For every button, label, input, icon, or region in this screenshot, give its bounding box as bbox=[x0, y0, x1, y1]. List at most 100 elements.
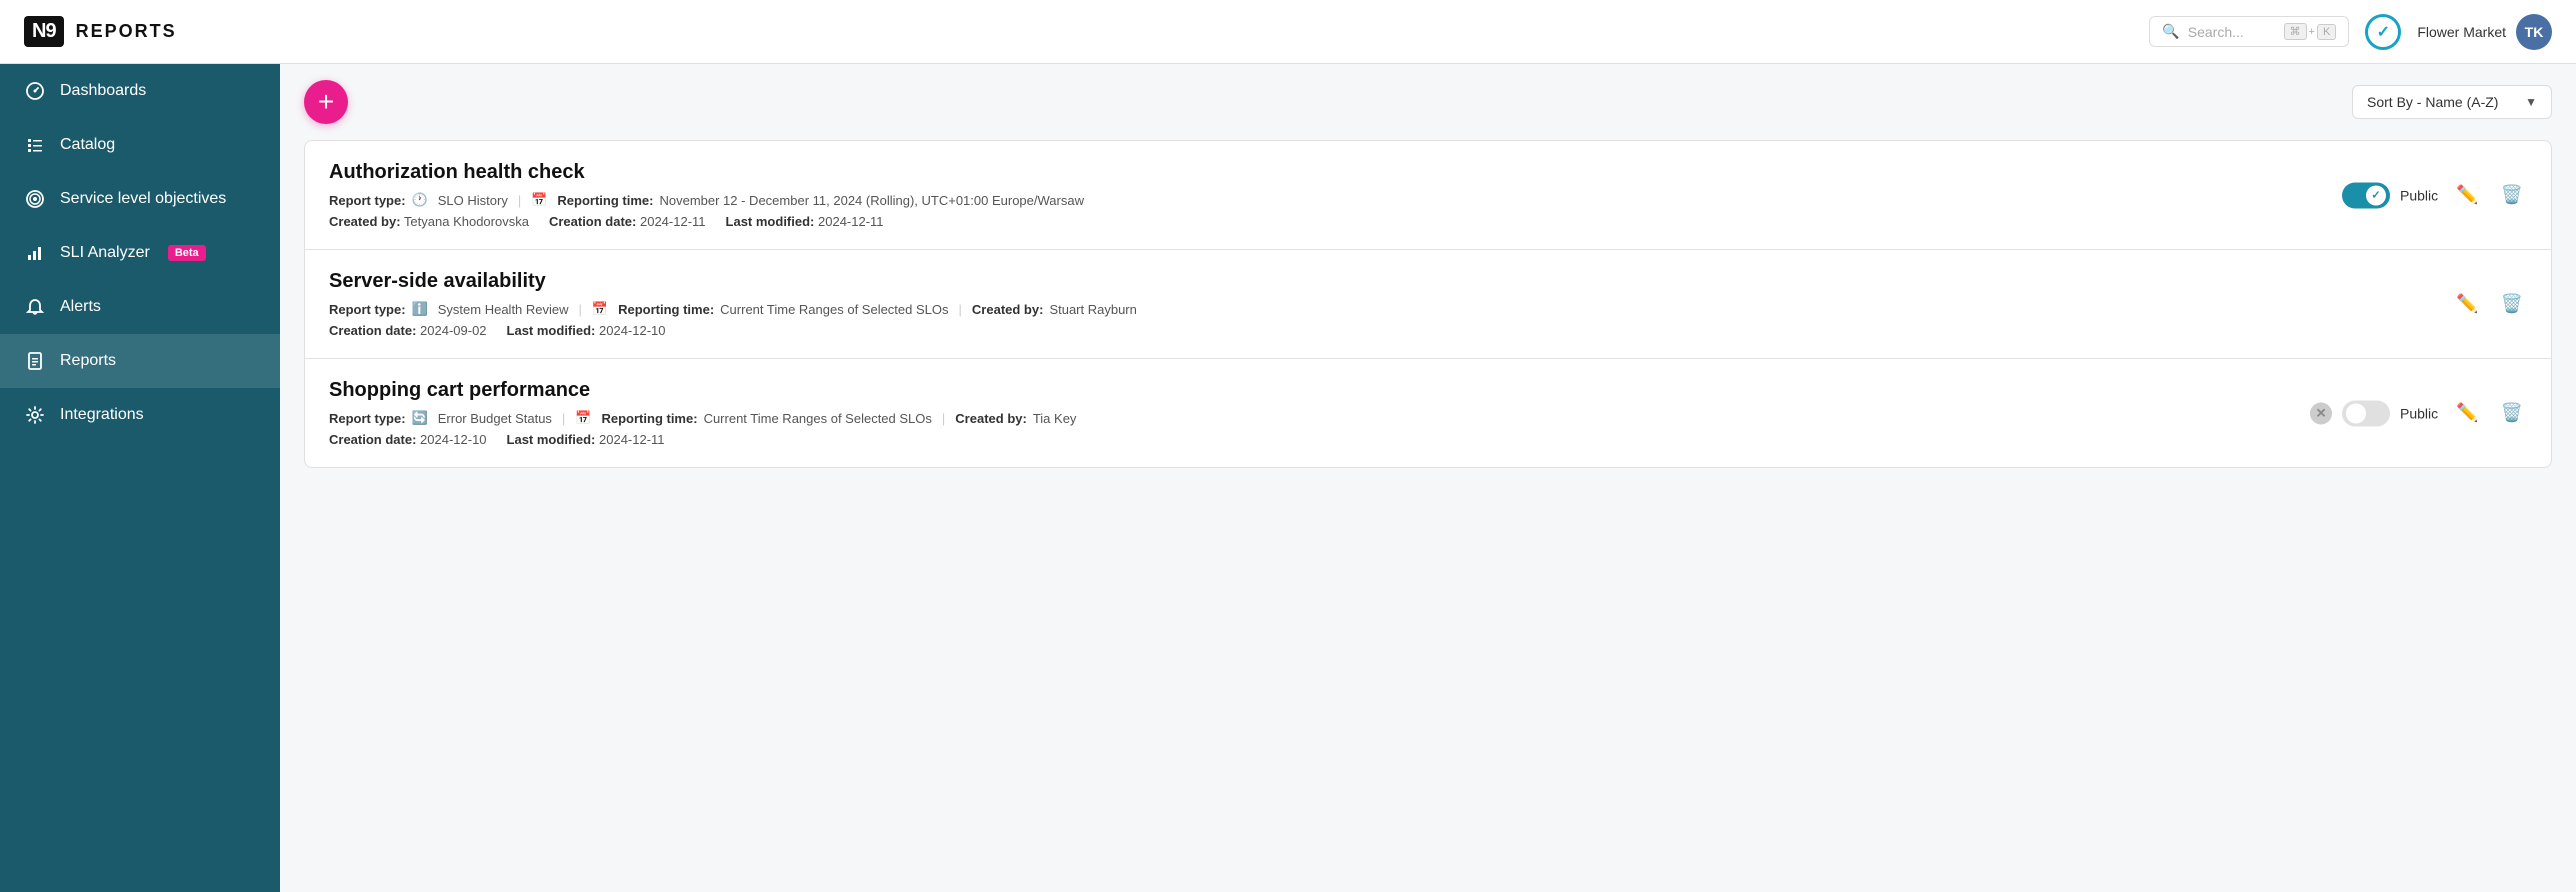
sidebar-label-alerts: Alerts bbox=[60, 298, 101, 316]
toggle-knob-shopping bbox=[2346, 403, 2366, 423]
report-card-auth: Authorization health check Report type: … bbox=[304, 140, 2552, 250]
calendar-icon-auth: 📅 bbox=[531, 192, 547, 208]
last-modified-value-auth: 2024-12-11 bbox=[818, 214, 884, 229]
public-label-shopping: Public bbox=[2400, 405, 2438, 421]
report-card-shopping: Shopping cart performance Report type: 🔄… bbox=[304, 359, 2552, 468]
toggle-knob-auth bbox=[2366, 185, 2386, 205]
public-toggle-auth[interactable] bbox=[2342, 182, 2390, 208]
toggle-container-shopping: ✕ Public bbox=[2310, 400, 2438, 426]
last-modified-label-server: Last modified: bbox=[507, 323, 596, 338]
sidebar-label-reports: Reports bbox=[60, 352, 116, 370]
created-by-value-shopping: Tia Key bbox=[1033, 411, 1077, 426]
sync-icon: 🔄 bbox=[412, 410, 428, 426]
calendar-icon-shopping: 📅 bbox=[575, 410, 591, 426]
kbd-k: K bbox=[2317, 24, 2336, 40]
report-meta-row2-server: Creation date: 2024-09-02 Last modified:… bbox=[329, 323, 2527, 338]
topbar-left: N9 REPORTS bbox=[24, 16, 177, 47]
sort-dropdown[interactable]: Sort By - Name (A-Z) ▼ bbox=[2352, 85, 2552, 119]
workspace-name: Flower Market bbox=[2417, 24, 2506, 40]
report-card-server: Server-side availability Report type: ℹ️… bbox=[304, 250, 2552, 359]
report-type-value-shopping: Error Budget Status bbox=[438, 411, 552, 426]
sidebar-label-catalog: Catalog bbox=[60, 136, 115, 154]
clock-icon: 🕐 bbox=[412, 192, 428, 208]
created-by-value-server: Stuart Rayburn bbox=[1049, 302, 1136, 317]
delete-icon-server[interactable]: 🗑️ bbox=[2497, 290, 2527, 319]
created-by-label-server: Created by: bbox=[972, 302, 1044, 317]
search-icon: 🔍 bbox=[2162, 23, 2179, 40]
main-content: + Sort By - Name (A-Z) ▼ Authorization h… bbox=[280, 64, 2576, 892]
public-label-auth: Public bbox=[2400, 187, 2438, 203]
reports-list: Authorization health check Report type: … bbox=[280, 140, 2576, 492]
creation-date-label-auth: Creation date: bbox=[549, 214, 636, 229]
layout: Dashboards Catalog bbox=[0, 64, 2576, 892]
gear-icon bbox=[24, 404, 46, 426]
gauge-icon bbox=[24, 80, 46, 102]
creation-date-value-shopping: 2024-12-10 bbox=[420, 432, 487, 447]
report-type-label-auth: Report type: bbox=[329, 193, 406, 208]
topbar: N9 REPORTS 🔍 Search... ⌘ + K ✓ Flower Ma… bbox=[0, 0, 2576, 64]
info-icon: ℹ️ bbox=[412, 301, 428, 317]
sidebar-item-reports[interactable]: Reports bbox=[0, 334, 280, 388]
report-type-label-server: Report type: bbox=[329, 302, 406, 317]
reporting-time-label-auth: Reporting time: bbox=[557, 193, 653, 208]
chevron-down-icon: ▼ bbox=[2525, 95, 2537, 109]
bell-icon bbox=[24, 296, 46, 318]
public-toggle-shopping[interactable] bbox=[2342, 400, 2390, 426]
sort-label: Sort By - Name (A-Z) bbox=[2367, 94, 2498, 110]
last-modified-value-shopping: 2024-12-11 bbox=[599, 432, 665, 447]
created-by-label-auth: Created by: bbox=[329, 214, 401, 229]
sidebar-item-dashboards[interactable]: Dashboards bbox=[0, 64, 280, 118]
check-symbol: ✓ bbox=[2377, 22, 2390, 42]
report-actions-auth: Public ✏️ 🗑️ bbox=[2342, 181, 2527, 210]
report-meta-shopping: Report type: 🔄 Error Budget Status | 📅 R… bbox=[329, 410, 2527, 426]
delete-icon-shopping[interactable]: 🗑️ bbox=[2497, 399, 2527, 428]
toggle-x-badge: ✕ bbox=[2310, 402, 2332, 424]
creation-date-value-server: 2024-09-02 bbox=[420, 323, 487, 338]
sidebar-item-alerts[interactable]: Alerts bbox=[0, 280, 280, 334]
main-toolbar: + Sort By - Name (A-Z) ▼ bbox=[280, 64, 2576, 140]
search-placeholder: Search... bbox=[2188, 24, 2244, 40]
reporting-time-value-server: Current Time Ranges of Selected SLOs bbox=[720, 302, 948, 317]
app-title: REPORTS bbox=[76, 21, 177, 42]
report-meta-row2-shopping: Creation date: 2024-12-10 Last modified:… bbox=[329, 432, 2527, 447]
last-modified-value-server: 2024-12-10 bbox=[599, 323, 666, 338]
check-status-icon[interactable]: ✓ bbox=[2365, 14, 2401, 50]
report-meta-row2-auth: Created by: Tetyana Khodorovska Creation… bbox=[329, 214, 2527, 229]
report-type-label-shopping: Report type: bbox=[329, 411, 406, 426]
sidebar-item-integrations[interactable]: Integrations bbox=[0, 388, 280, 442]
toggle-container-auth: Public bbox=[2342, 182, 2438, 208]
sidebar-item-sli[interactable]: SLI Analyzer Beta bbox=[0, 226, 280, 280]
list-icon bbox=[24, 134, 46, 156]
creation-date-label-shopping: Creation date: bbox=[329, 432, 416, 447]
report-type-value-server: System Health Review bbox=[438, 302, 569, 317]
document-icon bbox=[24, 350, 46, 372]
kbd-cmd: ⌘ bbox=[2284, 23, 2307, 40]
report-title-auth: Authorization health check bbox=[329, 161, 2527, 184]
edit-icon-auth[interactable]: ✏️ bbox=[2452, 181, 2482, 210]
sidebar-label-dashboards: Dashboards bbox=[60, 82, 146, 100]
sidebar-item-catalog[interactable]: Catalog bbox=[0, 118, 280, 172]
delete-icon-auth[interactable]: 🗑️ bbox=[2497, 181, 2527, 210]
reporting-time-label-server: Reporting time: bbox=[618, 302, 714, 317]
report-type-value-auth: SLO History bbox=[438, 193, 508, 208]
sidebar: Dashboards Catalog bbox=[0, 64, 280, 892]
edit-icon-shopping[interactable]: ✏️ bbox=[2452, 399, 2482, 428]
reporting-time-label-shopping: Reporting time: bbox=[602, 411, 698, 426]
beta-badge: Beta bbox=[168, 245, 206, 261]
sidebar-item-slo[interactable]: Service level objectives bbox=[0, 172, 280, 226]
report-actions-shopping: ✕ Public ✏️ 🗑️ bbox=[2310, 399, 2527, 428]
sidebar-label-slo: Service level objectives bbox=[60, 190, 226, 208]
add-report-button[interactable]: + bbox=[304, 80, 348, 124]
reporting-time-value-shopping: Current Time Ranges of Selected SLOs bbox=[704, 411, 932, 426]
created-by-label-shopping: Created by: bbox=[955, 411, 1027, 426]
calendar-icon-server: 📅 bbox=[592, 301, 608, 317]
report-title-shopping: Shopping cart performance bbox=[329, 379, 2527, 402]
kbd-shortcut: ⌘ + K bbox=[2284, 23, 2337, 40]
report-title-server: Server-side availability bbox=[329, 270, 2527, 293]
avatar[interactable]: TK bbox=[2516, 14, 2552, 50]
user-info: Flower Market TK bbox=[2417, 14, 2552, 50]
sidebar-label-sli: SLI Analyzer bbox=[60, 244, 150, 262]
search-box[interactable]: 🔍 Search... ⌘ + K bbox=[2149, 16, 2349, 47]
last-modified-label-auth: Last modified: bbox=[726, 214, 815, 229]
edit-icon-server[interactable]: ✏️ bbox=[2452, 290, 2482, 319]
